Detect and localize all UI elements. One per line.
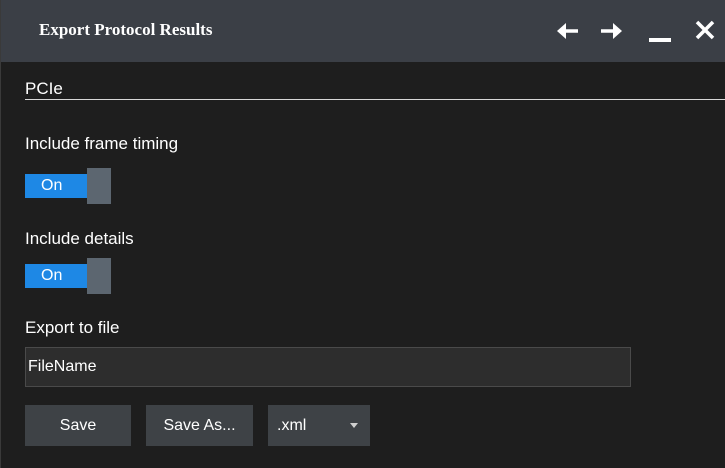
frame-timing-toggle-state: On <box>25 174 87 198</box>
details-toggle-state: On <box>25 264 87 288</box>
toggle-knob <box>87 168 111 204</box>
arrow-left-icon[interactable] <box>554 17 582 45</box>
export-to-file-label: Export to file <box>25 318 120 337</box>
export-protocol-results-dialog: Export Protocol Results PCIe Include fra… <box>0 0 725 468</box>
chevron-down-icon <box>350 423 358 428</box>
section-divider <box>25 99 725 100</box>
file-format-value: .xml <box>277 417 307 434</box>
section-title: PCIe <box>25 79 63 98</box>
save-button[interactable]: Save <box>25 405 131 446</box>
toggle-knob <box>87 258 111 294</box>
file-name-input[interactable] <box>25 347 631 387</box>
save-as-button[interactable]: Save As... <box>146 405 253 446</box>
dialog-title: Export Protocol Results <box>39 20 213 39</box>
details-toggle[interactable]: On <box>25 258 111 294</box>
frame-timing-label: Include frame timing <box>25 134 179 153</box>
close-icon[interactable] <box>692 17 720 45</box>
details-label: Include details <box>25 229 134 248</box>
arrow-right-icon[interactable] <box>597 17 625 45</box>
minimize-icon[interactable] <box>647 17 675 45</box>
title-bar: Export Protocol Results <box>1 0 725 62</box>
frame-timing-toggle[interactable]: On <box>25 168 111 204</box>
file-format-select[interactable]: .xml <box>268 405 370 446</box>
